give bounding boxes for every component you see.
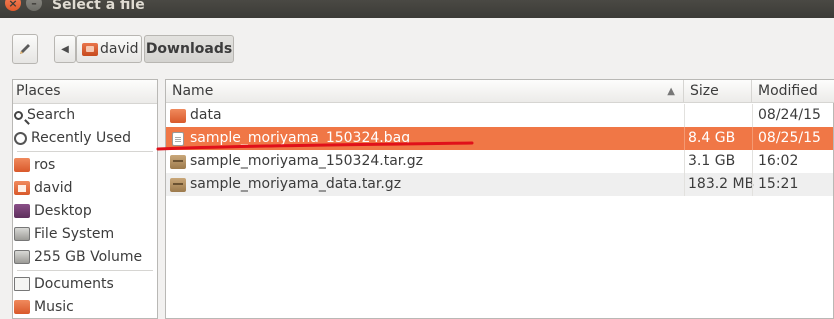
drive-icon (14, 250, 30, 264)
clock-icon (14, 131, 27, 145)
close-window-button[interactable]: × (5, 0, 21, 11)
sidebar-item-label: 255 GB Volume (34, 249, 143, 265)
folder-icon (14, 158, 30, 172)
sidebar-item-music[interactable]: Music (14, 296, 74, 318)
sidebar-divider (17, 151, 153, 152)
sidebar-item-label: Search (27, 107, 76, 123)
places-sidebar: Places Search Recently Used ros david De… (12, 79, 158, 319)
sidebar-item-label: File System (34, 226, 115, 242)
search-icon (14, 110, 23, 120)
file-row[interactable]: data 08/24/15 (166, 104, 833, 127)
file-modified: 16:02 (758, 153, 799, 169)
minimize-icon: – (31, 0, 37, 10)
sidebar-divider (17, 270, 153, 271)
chevron-left-icon: ◀ (61, 43, 69, 55)
drive-icon (14, 227, 30, 241)
file-list: Name ▲ Size Modified data 08/24/15 sampl… (165, 79, 834, 319)
file-name: sample_moriyama_150324.bag (190, 130, 411, 146)
sidebar-item-file-system[interactable]: File System (14, 223, 114, 245)
file-name: sample_moriyama_data.tar.gz (190, 176, 402, 192)
file-name: data (190, 107, 222, 123)
file-row[interactable]: sample_moriyama_150324.tar.gz 3.1 GB 16:… (166, 150, 833, 173)
sidebar-item-ros[interactable]: ros (14, 154, 55, 176)
archive-icon (170, 177, 186, 192)
pencil-icon (20, 44, 30, 54)
breadcrumb-back-button[interactable]: ◀ (54, 35, 76, 63)
file-name: sample_moriyama_150324.tar.gz (190, 153, 423, 169)
file-size: 8.4 GB (688, 130, 736, 146)
column-header-modified[interactable]: Modified (752, 80, 834, 103)
sidebar-item-255gb-volume[interactable]: 255 GB Volume (14, 246, 142, 268)
file-modified: 08/24/15 (758, 107, 821, 123)
column-header-size[interactable]: Size (684, 80, 752, 103)
sidebar-item-label: Recently Used (31, 130, 132, 146)
breadcrumb-label: david (100, 41, 139, 57)
column-header-label: Name (172, 83, 214, 99)
file-modified: 15:21 (758, 176, 799, 192)
home-folder-icon (82, 42, 98, 56)
music-folder-icon (14, 300, 30, 314)
sidebar-item-label: Documents (34, 276, 114, 292)
file-icon (172, 131, 184, 146)
folder-icon (170, 108, 186, 123)
home-folder-icon (14, 181, 30, 195)
file-modified: 08/25/15 (758, 130, 821, 146)
sidebar-item-david[interactable]: david (14, 177, 73, 199)
sidebar-item-label: Music (34, 299, 74, 315)
sidebar-item-documents[interactable]: Documents (14, 273, 114, 295)
minimize-window-button[interactable]: – (26, 0, 42, 11)
sidebar-item-label: Desktop (34, 203, 92, 219)
sort-ascending-icon: ▲ (667, 86, 675, 97)
file-row[interactable]: sample_moriyama_data.tar.gz 183.2 MB 15:… (166, 173, 833, 196)
breadcrumb-david[interactable]: david (76, 35, 142, 63)
file-size: 3.1 GB (688, 153, 736, 169)
file-size: 183.2 MB (688, 176, 755, 192)
type-location-button[interactable] (12, 34, 38, 64)
column-header-name[interactable]: Name ▲ (166, 80, 684, 103)
file-row-selected[interactable]: sample_moriyama_150324.bag 8.4 GB 08/25/… (166, 127, 833, 150)
desktop-icon (14, 204, 30, 218)
documents-icon (14, 277, 30, 291)
column-header-label: Modified (758, 83, 818, 99)
sidebar-item-recently-used[interactable]: Recently Used (14, 127, 131, 149)
sidebar-item-search[interactable]: Search (14, 104, 75, 126)
archive-icon (170, 154, 186, 169)
file-size (688, 104, 750, 127)
sidebar-item-label: ros (34, 157, 56, 173)
breadcrumb-label: Downloads (145, 41, 233, 57)
close-icon: × (8, 0, 18, 10)
breadcrumb-downloads[interactable]: Downloads (144, 35, 234, 63)
sidebar-item-desktop[interactable]: Desktop (14, 200, 92, 222)
sidebar-item-label: david (34, 180, 73, 196)
window-title: Select a file (52, 0, 145, 13)
title-bar: × – Select a file (0, 0, 834, 18)
column-header-label: Size (690, 83, 719, 99)
places-header: Places (13, 80, 157, 104)
